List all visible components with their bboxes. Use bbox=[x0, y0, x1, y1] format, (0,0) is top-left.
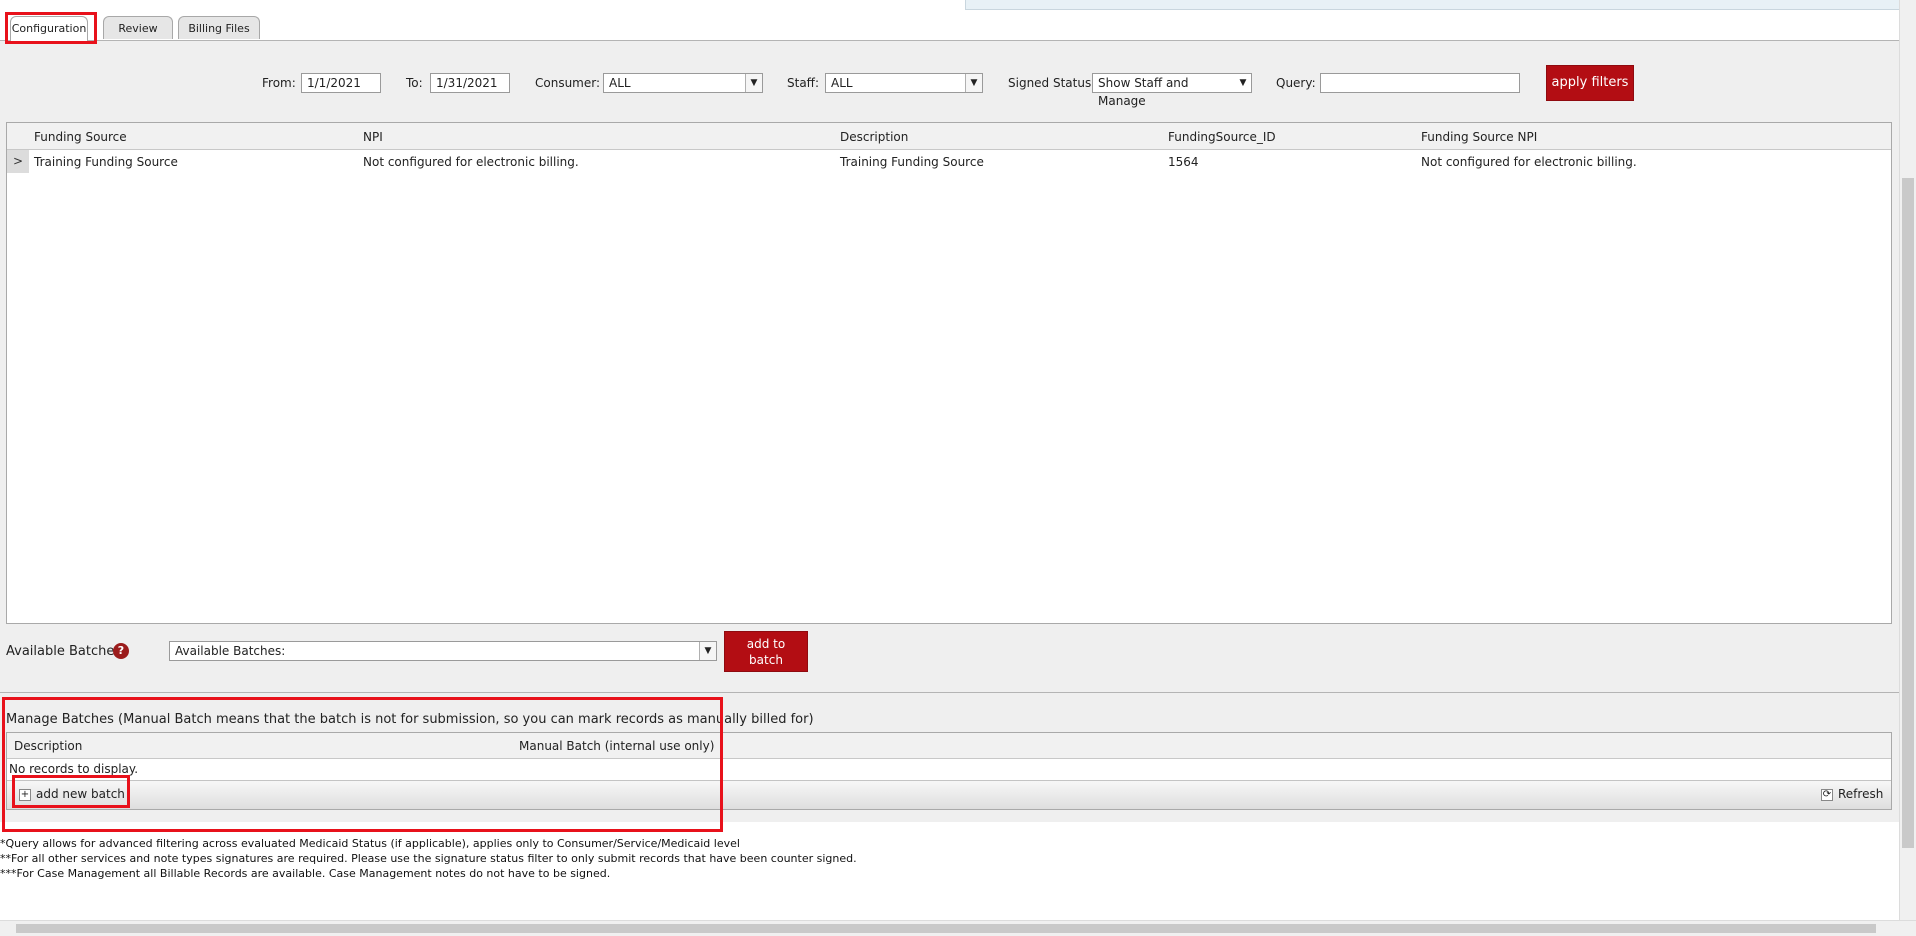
top-info-strip bbox=[965, 0, 1902, 10]
cell-funding-source-npi: Not configured for electronic billing. bbox=[1421, 155, 1637, 169]
header-batch-description[interactable]: Description bbox=[14, 739, 82, 753]
consumer-value: ALL bbox=[609, 76, 631, 90]
consumer-label: Consumer: bbox=[535, 76, 601, 90]
manage-grid-header: Description Manual Batch (internal use o… bbox=[7, 733, 1891, 759]
add-to-batch-button[interactable]: add to batch bbox=[724, 631, 808, 672]
tab-label: Review bbox=[118, 22, 158, 35]
refresh-icon: ⟳ bbox=[1821, 788, 1833, 801]
header-funding-source[interactable]: Funding Source bbox=[34, 130, 127, 144]
section-divider bbox=[0, 692, 1899, 693]
help-icon[interactable]: ? bbox=[113, 643, 129, 659]
add-new-batch-button[interactable]: + add new batch bbox=[19, 787, 125, 801]
signed-status-label: Signed Status: bbox=[1008, 76, 1096, 90]
cell-funding-source: Training Funding Source bbox=[34, 155, 178, 169]
chevron-down-icon[interactable]: ▼ bbox=[965, 74, 982, 92]
staff-label: Staff: bbox=[787, 76, 819, 90]
scrollbar-thumb[interactable] bbox=[16, 924, 1876, 933]
funding-source-grid: Funding Source NPI Description FundingSo… bbox=[6, 122, 1892, 624]
chevron-down-icon[interactable]: ▼ bbox=[1235, 74, 1251, 92]
manage-batches-grid: Description Manual Batch (internal use o… bbox=[6, 732, 1892, 810]
from-label: From: bbox=[262, 76, 296, 90]
add-to-batch-label-line2: batch bbox=[749, 653, 783, 667]
cell-funding-source-id: 1564 bbox=[1168, 155, 1199, 169]
footnote-signatures: **For all other services and note types … bbox=[0, 852, 857, 865]
tab-review[interactable]: Review bbox=[103, 16, 173, 39]
available-batches-value: Available Batches: bbox=[175, 644, 286, 658]
query-label: Query: bbox=[1276, 76, 1316, 90]
horizontal-scrollbar[interactable] bbox=[0, 920, 1916, 936]
vertical-scrollbar[interactable] bbox=[1899, 0, 1916, 920]
chevron-down-icon[interactable]: ▼ bbox=[699, 642, 716, 660]
cell-description: Training Funding Source bbox=[840, 155, 984, 169]
available-batches-select[interactable]: Available Batches: ▼ bbox=[169, 641, 717, 661]
chevron-right-icon[interactable]: > bbox=[7, 150, 29, 173]
scrollbar-thumb[interactable] bbox=[1902, 178, 1914, 848]
signed-status-select[interactable]: Show Staff and Manage ▼ bbox=[1092, 73, 1252, 108]
tab-label: Billing Files bbox=[188, 22, 250, 35]
refresh-button[interactable]: ⟳ Refresh bbox=[1821, 787, 1883, 801]
header-description[interactable]: Description bbox=[840, 130, 908, 144]
plus-icon: + bbox=[19, 788, 31, 801]
header-manual-batch[interactable]: Manual Batch (internal use only) bbox=[519, 739, 714, 753]
refresh-label: Refresh bbox=[1838, 787, 1884, 801]
apply-filters-button[interactable]: apply filters bbox=[1546, 65, 1634, 101]
manage-grid-toolbar: + add new batch ⟳ Refresh bbox=[7, 780, 1891, 809]
add-new-batch-label: add new batch bbox=[36, 787, 125, 801]
cell-npi: Not configured for electronic billing. bbox=[363, 155, 579, 169]
no-records-message: No records to display. bbox=[9, 762, 139, 776]
header-npi[interactable]: NPI bbox=[363, 130, 383, 144]
footnote-case-management: ***For Case Management all Billable Reco… bbox=[0, 867, 611, 880]
add-to-batch-label-line1: add to bbox=[746, 637, 786, 651]
from-date-input[interactable]: 1/1/2021 bbox=[301, 73, 381, 93]
available-batches-label: Available Batches: bbox=[6, 644, 126, 659]
staff-value: ALL bbox=[831, 76, 853, 90]
header-funding-source-id[interactable]: FundingSource_ID bbox=[1168, 130, 1276, 144]
query-input[interactable] bbox=[1320, 73, 1520, 93]
tab-billing-files[interactable]: Billing Files bbox=[178, 16, 260, 39]
chevron-down-icon[interactable]: ▼ bbox=[745, 74, 762, 92]
to-label: To: bbox=[406, 76, 423, 90]
header-funding-source-npi[interactable]: Funding Source NPI bbox=[1421, 130, 1537, 144]
to-date-input[interactable]: 1/31/2021 bbox=[430, 73, 510, 93]
grid-header: Funding Source NPI Description FundingSo… bbox=[7, 123, 1891, 150]
tab-label: Configuration bbox=[11, 22, 87, 35]
manage-batches-title: Manage Batches (Manual Batch means that … bbox=[6, 712, 814, 727]
tab-configuration[interactable]: Configuration bbox=[10, 16, 88, 41]
footnote-query: *Query allows for advanced filtering acr… bbox=[0, 837, 740, 850]
consumer-select[interactable]: ALL ▼ bbox=[603, 73, 763, 93]
staff-select[interactable]: ALL ▼ bbox=[825, 73, 983, 93]
